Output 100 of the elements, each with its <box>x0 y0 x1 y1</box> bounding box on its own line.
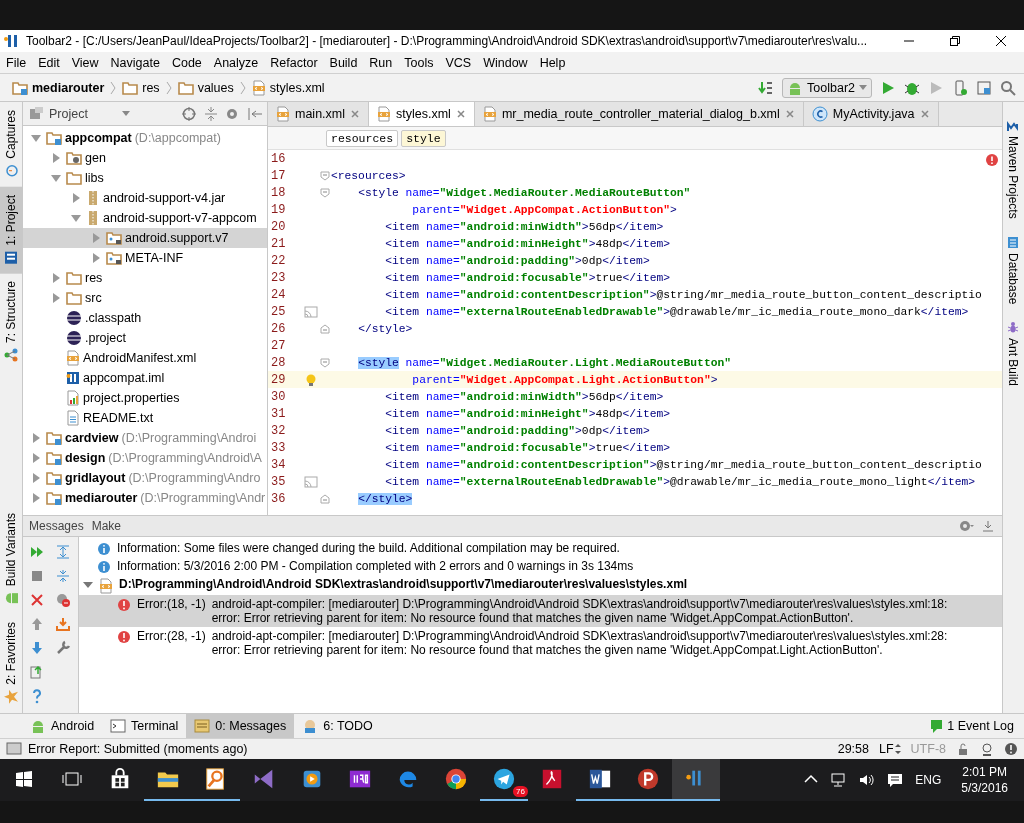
fold-end-icon[interactable] <box>320 493 330 504</box>
file-group[interactable]: D:\Programming\Android\Android SDK\extras\android\support\v7\mediarouter\res\values\styles.xml <box>79 577 1002 595</box>
collapse-all-icon[interactable] <box>55 568 71 584</box>
down-arrow-icon[interactable] <box>29 640 45 656</box>
menu-item[interactable]: Analyze <box>207 53 265 72</box>
menu-item[interactable]: File <box>0 53 33 72</box>
error-filter-icon[interactable] <box>55 592 71 608</box>
tree-item[interactable]: gridlayout (D:\Programming\Andro <box>23 468 267 488</box>
coverage-icon[interactable] <box>928 79 944 96</box>
menu-item[interactable]: Run <box>363 53 399 72</box>
tree-item[interactable]: android-support-v4.jar <box>23 188 267 208</box>
expand-all-icon[interactable] <box>55 544 71 560</box>
run-configuration-dropdown[interactable]: Toolbar2 <box>782 77 872 98</box>
close-icon[interactable] <box>919 109 930 119</box>
line-separator[interactable]: LF <box>879 742 894 756</box>
menu-item[interactable]: Edit <box>32 53 66 72</box>
tool-window-tab[interactable]: Captures <box>0 102 22 187</box>
tree-item[interactable]: .classpath <box>23 308 267 328</box>
error-icon[interactable] <box>986 154 998 166</box>
breadcrumb[interactable]: styles.xml <box>247 77 329 98</box>
tool-window-tab[interactable]: 0: Messages <box>186 714 295 738</box>
hide-icon[interactable] <box>247 105 263 122</box>
fold-marker-icon[interactable] <box>320 170 330 181</box>
error-message[interactable]: Error:(18, -1) android-apt-compiler: [mediarouter] D:\Programming\Android\Android SDK\extras\android\support\v7\mediarouter\res\values\styles.xml:18: error: Error retrieving parent for item: No resource found that matches the given name 'Widget.AppCompat.ActionButton'. <box>79 595 1002 627</box>
event-log-button[interactable]: 1 Event Log <box>920 714 1024 738</box>
tree-item[interactable]: src <box>23 288 267 308</box>
search-icon[interactable] <box>1000 79 1016 96</box>
tree-item[interactable]: mediarouter (D:\Programming\Andr <box>23 488 267 508</box>
breadcrumb[interactable]: mediarouter <box>8 78 109 97</box>
tree-item[interactable]: res <box>23 268 267 288</box>
breadcrumb[interactable]: values <box>173 78 238 97</box>
info-message[interactable]: Information: 5/3/2016 2:00 PM - Compilation completed with 2 errors and 0 warnings in 3s 134ms <box>79 559 1002 577</box>
run-icon[interactable] <box>880 79 896 96</box>
collapse-icon[interactable] <box>203 105 219 122</box>
tool-window-tab[interactable]: Build Variants <box>0 505 22 615</box>
menu-item[interactable]: Window <box>477 53 534 72</box>
wrench-icon[interactable] <box>55 640 71 656</box>
up-down-icon[interactable] <box>894 744 901 754</box>
tree-item[interactable]: android-support-v7-appcom <box>23 208 267 228</box>
tool-window-tab[interactable]: Maven Projects <box>1003 110 1023 227</box>
menu-item[interactable]: Help <box>533 53 572 72</box>
notification-icon[interactable] <box>887 772 904 788</box>
lock-icon[interactable] <box>956 742 970 756</box>
tree-item[interactable]: cardview (D:\Programming\Androi <box>23 428 267 448</box>
tree-item[interactable]: gen <box>23 148 267 168</box>
info-message[interactable]: Information: Some files were changed during the build. Additional compilation may be required. <box>79 541 1002 559</box>
make-icon[interactable] <box>758 79 775 96</box>
tool-window-tab[interactable]: Ant Build <box>1003 312 1023 395</box>
network-icon[interactable] <box>831 772 848 788</box>
inspector-icon[interactable] <box>980 742 994 756</box>
gear-icon[interactable] <box>958 518 974 534</box>
menu-item[interactable]: Code <box>165 53 208 72</box>
up-arrow-icon[interactable] <box>29 616 45 632</box>
tool-window-tab[interactable]: Database <box>1003 226 1023 313</box>
input-language[interactable]: ENG <box>915 773 942 787</box>
hide-icon[interactable] <box>980 518 996 534</box>
tree-item[interactable]: AndroidManifest.xml <box>23 348 267 368</box>
tree-item[interactable]: libs <box>23 168 267 188</box>
menu-item[interactable]: Navigate <box>104 53 166 72</box>
close-icon[interactable] <box>784 109 795 119</box>
tool-window-tab[interactable]: Android <box>22 714 103 738</box>
editor-tab[interactable]: mr_media_route_controller_material_dialog_b.xml <box>474 102 804 126</box>
close-icon[interactable] <box>350 109 360 119</box>
menu-item[interactable]: Build <box>323 53 364 72</box>
tool-window-tab[interactable]: 2: Favorites <box>0 614 22 713</box>
tool-window-tab[interactable]: 6: TODO <box>294 714 381 738</box>
tool-window-tab[interactable]: Terminal <box>102 714 187 738</box>
breadcrumb[interactable]: res <box>118 78 164 97</box>
tree-item[interactable]: README.txt <box>23 408 267 428</box>
clock-date[interactable]: 5/3/2016 <box>961 780 1008 796</box>
panel-tab[interactable]: Make <box>91 519 122 533</box>
menu-item[interactable]: VCS <box>439 53 478 72</box>
clock-time[interactable]: 2:01 PM <box>962 764 1007 780</box>
tag-breadcrumb[interactable]: resources <box>326 129 399 147</box>
fold-marker-icon[interactable] <box>320 187 330 198</box>
editor-tab[interactable]: MyActivity.java <box>803 102 939 126</box>
tree-item[interactable]: design (D:\Programming\Android\A <box>23 448 267 468</box>
tag-breadcrumb[interactable]: style <box>401 129 446 147</box>
tree-item[interactable]: appcompat (D:\appcompat) <box>23 128 267 148</box>
error-message[interactable]: Error:(28, -1) android-apt-compiler: [mediarouter] D:\Programming\Android\Android SDK\extras\android\support\v7\mediarouter\res\values\styles.xml:28: error: Error retrieving parent for item: No resource found that matches the given name 'Widget.AppCompat.Light.ActionButton'. <box>79 627 1002 659</box>
close-icon[interactable] <box>29 592 45 608</box>
tree-item[interactable]: appcompat.iml <box>23 368 267 388</box>
menu-item[interactable]: Tools <box>398 53 440 72</box>
fold-marker-icon[interactable] <box>320 357 330 368</box>
status-icon[interactable] <box>6 741 22 757</box>
menu-item[interactable]: View <box>65 53 105 72</box>
tree-item[interactable]: .project <box>23 328 267 348</box>
close-icon[interactable] <box>455 109 466 119</box>
stop-icon[interactable] <box>29 568 45 584</box>
warning-icon[interactable] <box>1004 742 1018 756</box>
fold-end-icon[interactable] <box>320 323 330 334</box>
tree-item[interactable]: project.properties <box>23 388 267 408</box>
device-monitor-icon[interactable] <box>952 79 968 96</box>
tree-item[interactable]: META-INF <box>23 248 267 268</box>
tool-window-tab[interactable]: 1: Project <box>0 186 22 274</box>
rerun-icon[interactable] <box>29 544 45 560</box>
download-icon[interactable] <box>55 616 71 632</box>
tree-item[interactable]: android.support.v7 <box>23 228 267 248</box>
volume-icon[interactable] <box>859 772 876 788</box>
cursor-position[interactable]: 29:58 <box>837 742 869 756</box>
